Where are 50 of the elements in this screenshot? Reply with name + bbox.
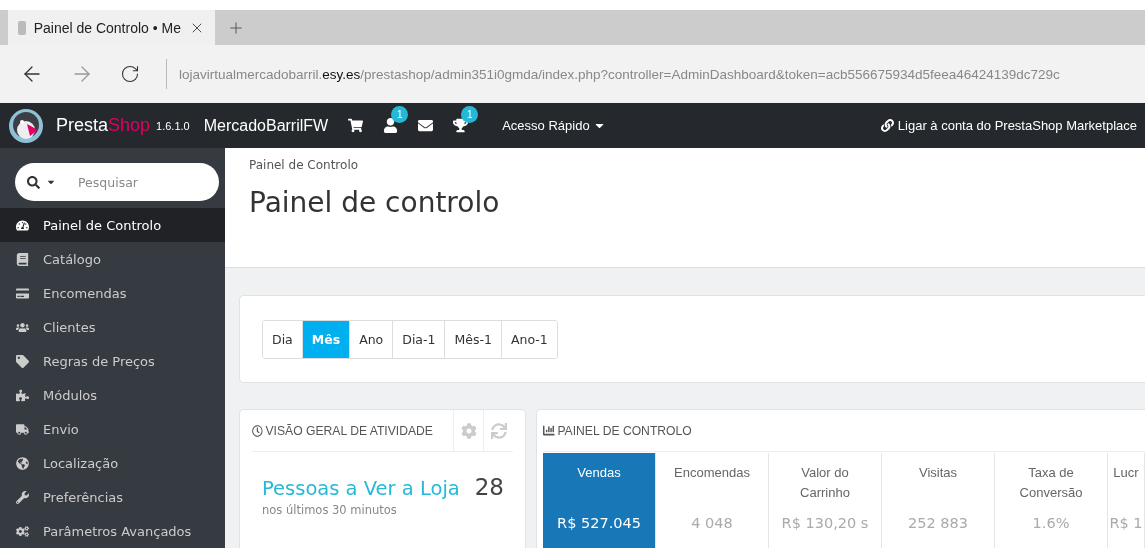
breadcrumb[interactable]: Painel de Controlo xyxy=(249,158,1145,172)
clock-icon xyxy=(252,424,263,437)
link-icon xyxy=(880,119,894,132)
count-badge: 1 xyxy=(391,106,409,123)
search-field[interactable]: Pesquisar xyxy=(76,173,196,191)
panel-title: VISÃO GERAL DE ATIVIDADE xyxy=(252,423,433,438)
users-icon xyxy=(16,320,29,334)
user-icon[interactable] xyxy=(383,118,399,133)
count-badge: 1 xyxy=(461,106,479,123)
card-icon xyxy=(16,286,29,300)
truck-icon xyxy=(16,422,29,436)
sidebar-item[interactable]: Catálogo xyxy=(0,242,225,276)
kpi-tab[interactable]: Lucr R$ 1 xyxy=(1108,453,1145,548)
favicon-icon xyxy=(18,20,26,35)
shop-name[interactable]: MercadoBarrilFW xyxy=(203,116,329,135)
page-title: Painel de controlo xyxy=(249,186,501,219)
search-bar[interactable]: Pesquisar xyxy=(15,163,219,201)
sidebar-item[interactable]: Regras de Preços xyxy=(0,344,225,378)
tab-title: Painel de Controlo • Me xyxy=(33,19,181,36)
tag-icon xyxy=(16,354,29,368)
sidebar-item[interactable]: Módulos xyxy=(0,378,225,412)
refresh-icon[interactable] xyxy=(120,64,140,84)
wrench-icon xyxy=(16,490,29,504)
stat-value: 28 xyxy=(474,474,504,500)
sidebar-item[interactable]: Encomendas xyxy=(0,276,225,310)
puzzle-icon xyxy=(16,388,29,402)
cart-icon[interactable] xyxy=(348,118,364,133)
marketplace-link[interactable]: Ligar à conta do PrestaShop Marketplace xyxy=(880,118,1137,133)
gears-icon xyxy=(16,524,29,538)
sidebar-item[interactable]: Parâmetros Avançados xyxy=(0,514,225,548)
book-icon xyxy=(16,252,29,266)
bar-chart-icon xyxy=(543,424,555,437)
stat-note: nos últimos 30 minutos xyxy=(262,503,398,517)
mail-icon[interactable] xyxy=(418,118,434,133)
sidebar-item[interactable]: Localização xyxy=(0,446,225,480)
version-label: 1.6.1.0 xyxy=(156,119,190,132)
sidebar-item[interactable]: Clientes xyxy=(0,310,225,344)
globe-icon xyxy=(16,456,29,470)
brand-name: PrestaShop xyxy=(56,115,151,136)
browser-tab[interactable]: Painel de Controlo • Me xyxy=(8,10,215,45)
panel-title: PAINEL DE CONTROLO xyxy=(543,423,692,438)
quick-access-menu[interactable]: Acesso Rápido xyxy=(502,118,606,133)
puffin-logo-icon xyxy=(8,107,44,144)
gauge-icon xyxy=(16,218,29,232)
period-button[interactable]: Ano-1 xyxy=(500,320,557,358)
kpi-tab[interactable]: Vendas R$ 527.045 xyxy=(543,453,656,548)
search-icon[interactable] xyxy=(27,175,40,189)
sidebar-item[interactable]: Painel de Controlo xyxy=(0,208,225,242)
sidebar-item[interactable]: Preferências xyxy=(0,480,225,514)
sidebar-item[interactable]: Envio xyxy=(0,412,225,446)
